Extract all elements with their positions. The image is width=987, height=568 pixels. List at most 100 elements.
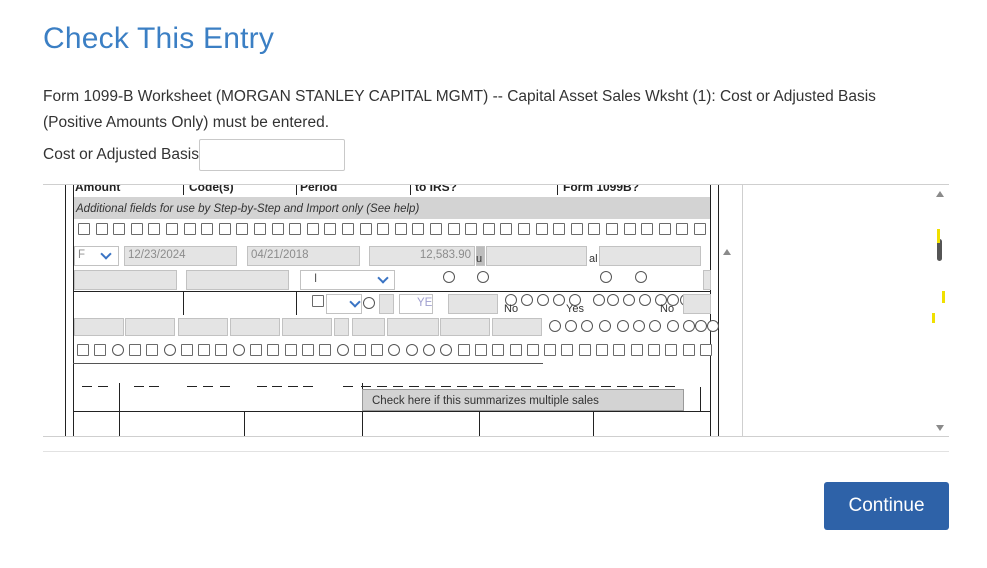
checkbox[interactable] — [353, 344, 366, 356]
radio-button[interactable] — [111, 344, 124, 356]
checkbox[interactable] — [553, 223, 565, 235]
small-select[interactable] — [326, 294, 362, 314]
checkbox[interactable] — [483, 223, 495, 235]
radio-button[interactable] — [405, 344, 418, 356]
checkbox[interactable] — [474, 344, 487, 356]
checkbox[interactable] — [324, 223, 336, 235]
checkbox[interactable] — [578, 344, 591, 356]
checkbox[interactable] — [250, 344, 262, 356]
field-cell[interactable] — [448, 294, 498, 314]
checkbox[interactable] — [267, 344, 280, 356]
radio-button[interactable] — [549, 320, 561, 332]
checkbox[interactable] — [77, 344, 89, 356]
checkbox[interactable] — [148, 223, 160, 235]
date-sold-field[interactable]: 12/23/2024 — [124, 246, 237, 266]
checkbox[interactable] — [492, 344, 505, 356]
date-acquired-field[interactable]: 04/21/2018 — [247, 246, 360, 266]
field-cell[interactable] — [352, 318, 385, 336]
radio-button[interactable] — [607, 294, 619, 306]
checkbox[interactable] — [146, 344, 159, 356]
checkbox[interactable] — [571, 223, 583, 235]
field-cell[interactable] — [186, 270, 289, 290]
checkbox[interactable] — [180, 344, 193, 356]
inner-scroll-up-icon[interactable] — [723, 249, 731, 255]
checkbox[interactable] — [342, 223, 354, 235]
radio-button[interactable] — [617, 320, 629, 332]
checkbox[interactable] — [518, 223, 530, 235]
checkbox[interactable] — [128, 344, 141, 356]
checkbox[interactable] — [377, 223, 389, 235]
radio-button[interactable] — [521, 294, 533, 306]
checkbox[interactable] — [395, 223, 407, 235]
radio-button[interactable] — [593, 294, 605, 306]
checkbox[interactable] — [509, 344, 522, 356]
checkbox[interactable] — [647, 344, 660, 356]
checkbox[interactable] — [236, 223, 248, 235]
field-cell[interactable] — [178, 318, 228, 336]
scroll-up-icon[interactable] — [936, 191, 944, 197]
radio-button[interactable] — [695, 320, 707, 332]
radio-button[interactable] — [232, 344, 245, 356]
checkbox[interactable] — [201, 223, 213, 235]
checkbox[interactable] — [254, 223, 266, 235]
checkbox[interactable] — [319, 344, 332, 356]
sale-type-select[interactable]: F — [74, 246, 119, 266]
radio-button[interactable] — [600, 271, 612, 283]
checkbox[interactable] — [465, 223, 477, 235]
field-cell[interactable] — [230, 318, 280, 336]
yes-field[interactable]: YE — [399, 294, 433, 314]
field-cell[interactable] — [74, 270, 177, 290]
radio-button[interactable] — [599, 320, 611, 332]
checkbox[interactable] — [307, 223, 319, 235]
radio-button[interactable] — [537, 294, 549, 306]
checkbox[interactable] — [448, 223, 460, 235]
checkbox[interactable] — [184, 223, 196, 235]
checkbox[interactable] — [272, 223, 284, 235]
radio-button[interactable] — [553, 294, 565, 306]
field-cell[interactable] — [125, 318, 175, 336]
checkbox[interactable] — [596, 344, 608, 356]
checkbox[interactable] — [561, 344, 574, 356]
checkbox[interactable] — [630, 344, 643, 356]
continue-button[interactable]: Continue — [824, 482, 949, 530]
field-cell[interactable] — [74, 318, 124, 336]
summary-checkbox-label[interactable]: Check here if this summarizes multiple s… — [362, 389, 684, 411]
radio-button[interactable] — [623, 294, 635, 306]
checkbox[interactable] — [289, 223, 301, 235]
checkbox[interactable] — [536, 223, 548, 235]
checkbox[interactable] — [457, 344, 470, 356]
radio-button[interactable] — [667, 320, 679, 332]
field-cell[interactable] — [492, 318, 542, 336]
radio-button[interactable] — [443, 271, 455, 283]
checkbox[interactable] — [198, 344, 211, 356]
radio-button[interactable] — [635, 271, 647, 283]
field-cell[interactable] — [486, 246, 587, 266]
code-select[interactable]: I — [300, 270, 395, 290]
radio-button[interactable] — [388, 344, 401, 356]
field-cell[interactable] — [440, 318, 490, 336]
field-cell[interactable] — [282, 318, 332, 336]
radio-button[interactable] — [336, 344, 349, 356]
cost-basis-input[interactable] — [198, 139, 345, 171]
checkbox[interactable] — [284, 344, 297, 356]
scroll-down-icon[interactable] — [936, 425, 944, 431]
radio-button[interactable] — [163, 344, 176, 356]
checkbox[interactable] — [78, 223, 90, 235]
radio-button[interactable] — [581, 320, 593, 332]
checkbox[interactable] — [526, 344, 539, 356]
checkbox[interactable] — [94, 344, 107, 356]
checkbox[interactable] — [699, 344, 712, 356]
checkbox[interactable] — [301, 344, 314, 356]
checkbox[interactable] — [659, 223, 671, 235]
checkbox[interactable] — [606, 223, 618, 235]
checkbox[interactable] — [500, 223, 512, 235]
checkbox[interactable] — [544, 344, 557, 356]
checkbox[interactable] — [682, 344, 695, 356]
checkbox[interactable] — [215, 344, 228, 356]
checkbox[interactable] — [676, 223, 688, 235]
checkbox[interactable] — [113, 223, 125, 235]
checkbox[interactable] — [588, 223, 600, 235]
field-cell[interactable] — [599, 246, 701, 266]
checkbox[interactable] — [665, 344, 678, 356]
checkbox[interactable] — [641, 223, 653, 235]
